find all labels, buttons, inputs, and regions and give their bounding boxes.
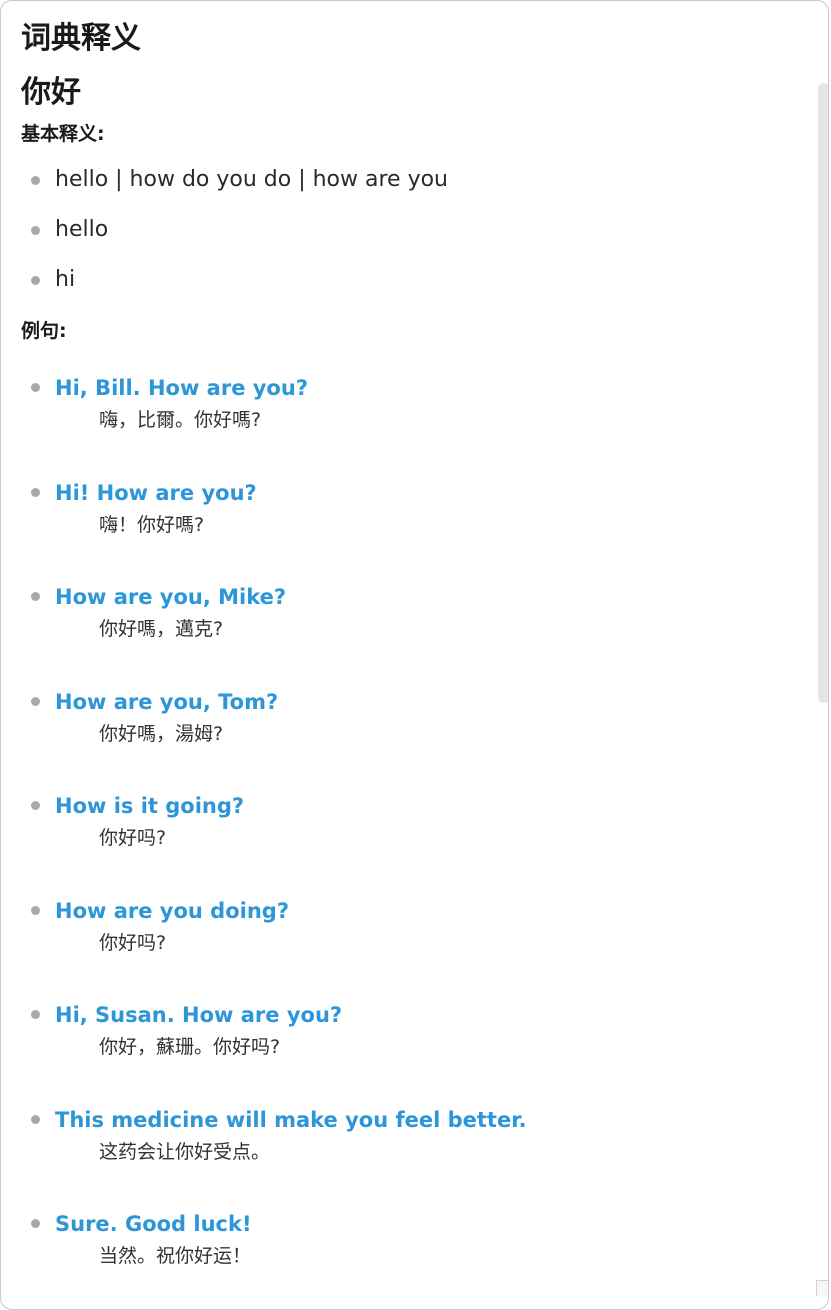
definition-text: hello | how do you do | how are you	[55, 167, 448, 192]
example-translation: 嗨，比爾。你好嗎?	[99, 409, 262, 431]
example-item: How are you, Tom? 你好嗎，湯姆?	[21, 683, 811, 788]
example-english-link[interactable]: Hi, Susan. How are you?	[55, 996, 811, 1034]
example-translation: 你好吗?	[99, 931, 167, 954]
bullet-icon	[31, 176, 40, 185]
definition-item: hello | how do you do | how are you	[21, 158, 811, 208]
headword: 你好	[21, 75, 81, 110]
example-english-link[interactable]: This medicine will make you feel better.	[55, 1101, 811, 1139]
bullet-icon	[31, 592, 40, 601]
example-list: Hi, Bill. How are you? 嗨，比爾。你好嗎? Hi! How…	[21, 369, 811, 1309]
example-translation: 当然。祝你好运！	[99, 1245, 252, 1267]
bullet-icon	[31, 905, 40, 915]
example-translation: 你好，蘇珊。你好吗?	[99, 1036, 281, 1058]
example-english-link[interactable]: How are you doing?	[55, 892, 811, 930]
example-translation: 你好嗎，邁克?	[99, 618, 224, 640]
example-item: This medicine will make you feel better.…	[21, 1101, 811, 1206]
example-translation: 这药会让你好受点。	[99, 1140, 271, 1163]
bullet-icon	[31, 226, 40, 235]
example-item: How are you, Mike? 你好嗎，邁克?	[21, 578, 811, 683]
definition-item: hi	[21, 258, 811, 308]
panel-title: 词典释义	[21, 21, 141, 56]
example-translation: 你好吗?	[99, 827, 167, 849]
bullet-icon	[31, 1219, 40, 1228]
example-item: How is it going? 你好吗?	[21, 787, 811, 892]
bullet-icon	[31, 1010, 40, 1019]
definition-item: hello	[21, 208, 811, 258]
definition-list: hello | how do you do | how are you hell…	[21, 158, 811, 308]
example-translation: 嗨！你好嗎?	[99, 513, 205, 536]
bullet-icon	[31, 383, 40, 392]
dictionary-panel: 词典释义 你好 基本释义: hello | how do you do | ho…	[0, 0, 829, 1310]
example-english-link[interactable]: Hi, Bill. How are you?	[55, 369, 811, 407]
example-english-link[interactable]: How are you, Tom?	[55, 683, 811, 721]
resize-handle[interactable]	[816, 1280, 828, 1296]
example-item: Hi! How are you? 嗨！你好嗎?	[21, 474, 811, 579]
example-item: How are you doing? 你好吗?	[21, 892, 811, 997]
basic-definitions-label: 基本释义:	[21, 123, 105, 145]
example-english-link[interactable]: How are you, Mike?	[55, 578, 811, 616]
example-item: Hi, Bill. How are you? 嗨，比爾。你好嗎?	[21, 369, 811, 474]
bullet-icon	[31, 487, 40, 497]
definition-text: hi	[55, 267, 76, 292]
dictionary-content: 词典释义 你好 基本释义: hello | how do you do | ho…	[21, 1, 811, 1309]
examples-label: 例句:	[21, 320, 67, 342]
vertical-scrollbar[interactable]	[818, 83, 828, 703]
definition-text: hello	[55, 217, 109, 242]
bullet-icon	[31, 1114, 40, 1124]
example-english-link[interactable]: Hi! How are you?	[55, 474, 811, 512]
example-item: Sure. Good luck! 当然。祝你好运！	[21, 1205, 811, 1309]
example-translation: 你好嗎，湯姆?	[99, 722, 224, 745]
example-english-link[interactable]: Sure. Good luck!	[55, 1205, 811, 1243]
bullet-icon	[31, 276, 40, 285]
example-item: Hi, Susan. How are you? 你好，蘇珊。你好吗?	[21, 996, 811, 1101]
bullet-icon	[31, 801, 40, 810]
bullet-icon	[31, 696, 40, 706]
example-english-link[interactable]: How is it going?	[55, 787, 811, 825]
